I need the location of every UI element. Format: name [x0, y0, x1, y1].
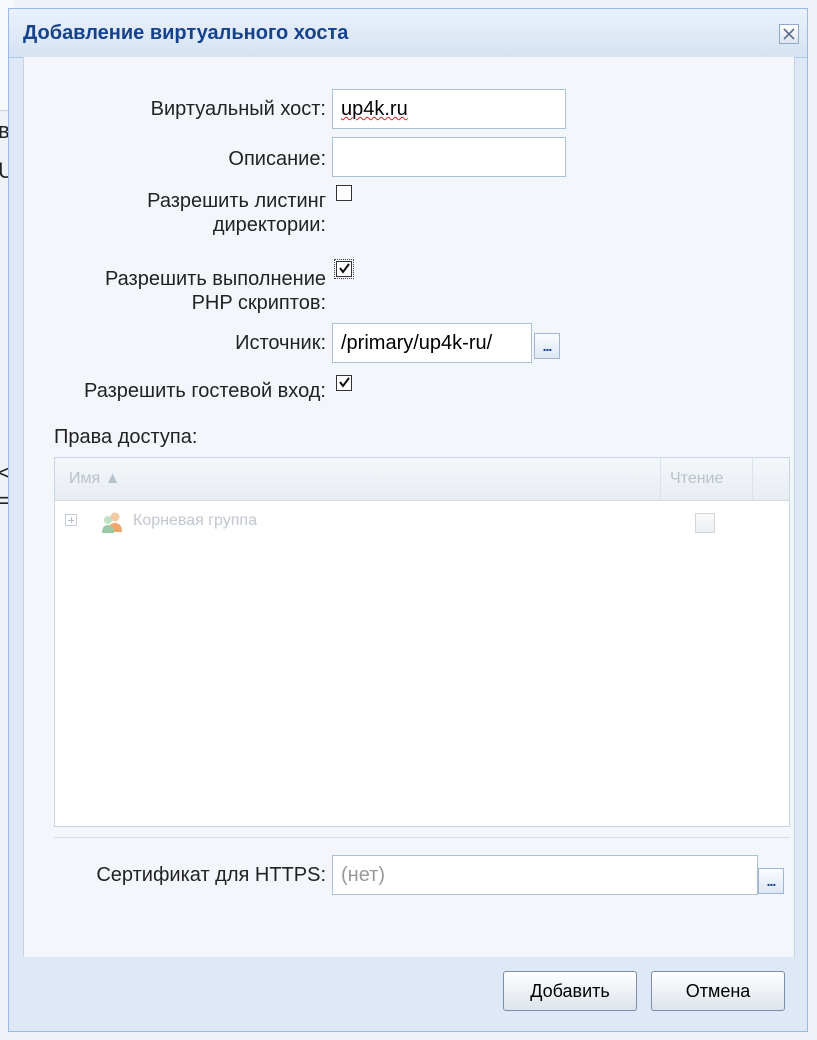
access-rights-grid: Имя ▲ Чтение Корневая группа	[54, 457, 790, 827]
user-group-icon	[102, 512, 122, 533]
check-icon	[339, 263, 350, 274]
column-divider	[660, 458, 661, 500]
description-input[interactable]	[332, 137, 566, 177]
php-label-line2: PHP скриптов:	[191, 292, 326, 314]
dialog-footer: Добавить Отмена	[23, 957, 793, 1029]
dialog-title: Добавление виртуального хоста	[23, 22, 349, 44]
https-cert-browse-button[interactable]: ...	[758, 868, 784, 894]
add-button[interactable]: Добавить	[503, 971, 637, 1011]
row-label: Корневая группа	[133, 512, 257, 529]
expand-icon[interactable]	[65, 514, 77, 526]
php-checkbox[interactable]	[334, 259, 354, 279]
column-divider	[752, 458, 753, 500]
add-virtual-host-dialog: Добавление виртуального хоста Виртуальны…	[8, 8, 808, 1032]
check-icon	[339, 377, 350, 388]
dir-listing-label: Разрешить листинг директории:	[24, 189, 326, 237]
dialog-body: Виртуальный хост: up4k.ru Описание: Разр…	[23, 57, 795, 957]
cancel-button[interactable]: Отмена	[651, 971, 785, 1011]
php-label: Разрешить выполнение PHP скриптов:	[24, 267, 326, 315]
access-rights-label: Права доступа:	[54, 426, 198, 448]
close-icon	[783, 28, 795, 40]
divider	[54, 837, 790, 838]
browse-dots: ...	[542, 338, 553, 354]
vhost-value: up4k.ru	[341, 98, 408, 120]
description-label: Описание:	[228, 148, 326, 170]
dir-listing-label-line1: Разрешить листинг	[147, 190, 326, 212]
vhost-label: Виртуальный хост:	[150, 98, 326, 120]
guest-label: Разрешить гостевой вход:	[84, 380, 326, 402]
guest-checkbox[interactable]	[336, 375, 352, 391]
dialog-titlebar[interactable]: Добавление виртуального хоста	[9, 9, 807, 58]
https-cert-label: Сертификат для HTTPS:	[96, 864, 326, 886]
close-button[interactable]	[779, 24, 799, 44]
vhost-input[interactable]: up4k.ru	[332, 89, 566, 129]
https-cert-input[interactable]: (нет)	[332, 855, 758, 895]
read-checkbox[interactable]	[695, 513, 715, 533]
php-label-line1: Разрешить выполнение	[104, 268, 326, 290]
column-read-header[interactable]: Чтение	[670, 470, 723, 488]
browse-dots: ...	[766, 873, 777, 889]
source-browse-button[interactable]: ...	[534, 333, 560, 359]
column-name-header[interactable]: Имя ▲	[69, 470, 120, 488]
table-row[interactable]: Корневая группа	[55, 501, 789, 543]
grid-header: Имя ▲ Чтение	[55, 458, 789, 501]
source-label: Источник:	[235, 332, 326, 354]
source-input[interactable]: /primary/up4k-ru/	[332, 323, 532, 363]
dir-listing-checkbox[interactable]	[336, 185, 352, 201]
dir-listing-label-line2: директории:	[212, 214, 326, 236]
